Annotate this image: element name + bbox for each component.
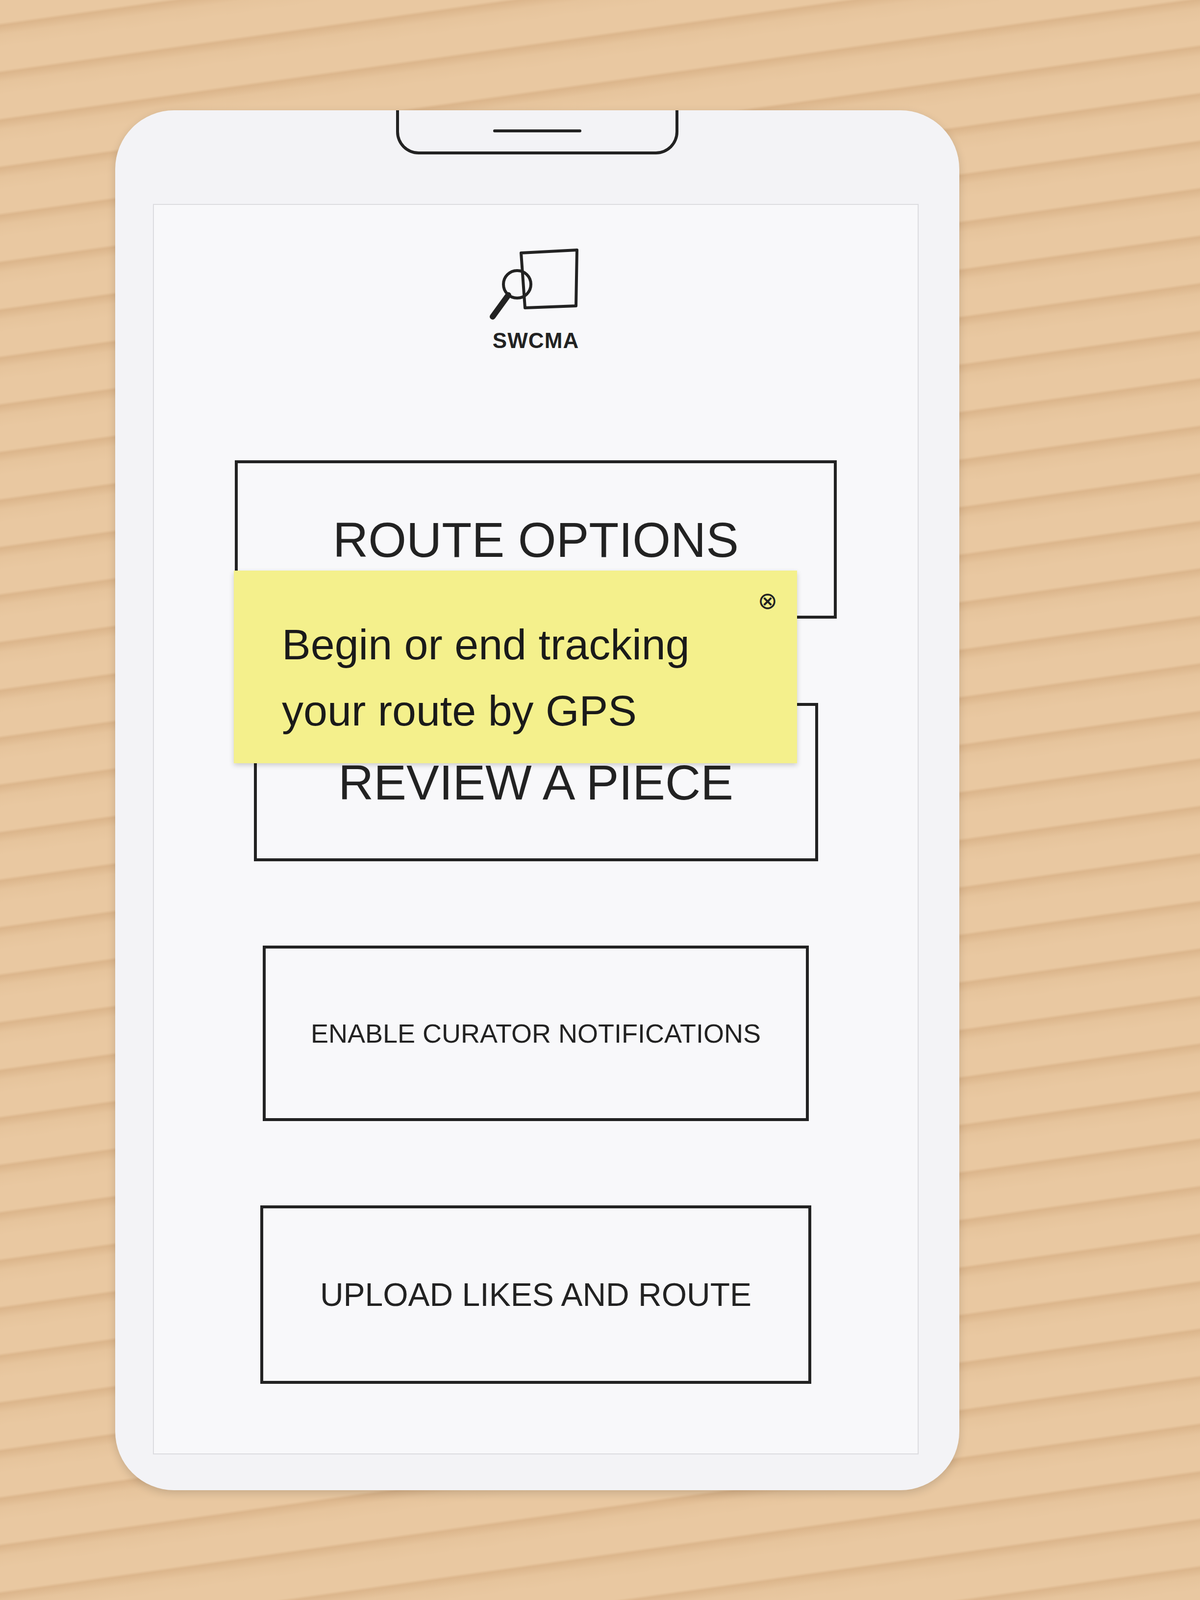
menu-button[interactable]: UPLOAD LIKES AND ROUTE [260,1205,812,1384]
tooltip-text: Begin or end tracking [281,611,758,678]
tooltip-text: your route by GPS [281,677,758,744]
menu-button-label: ENABLE CURATOR NOTIFICATIONS [310,1016,761,1051]
menu-button-label: ROUTE OPTIONS [332,510,739,570]
logo-text: SWCMA [492,328,580,353]
menu-button-label: UPLOAD LIKES AND ROUTE [320,1275,752,1315]
screen: SWCMA ROUTE OPTIONSREVIEW A PIECEENABLE … [152,203,919,1455]
menu-button[interactable]: ENABLE CURATOR NOTIFICATIONS [262,945,809,1122]
phone: SWCMA ROUTE OPTIONSREVIEW A PIECEENABLE … [115,110,960,1491]
close-icon[interactable]: ⊗ [757,587,778,614]
logo: SWCMA [486,204,585,353]
tooltip-note: ⊗ Begin or end trackingyour route by GPS [233,570,798,764]
museum-search-icon [486,246,585,325]
notch [396,110,679,155]
